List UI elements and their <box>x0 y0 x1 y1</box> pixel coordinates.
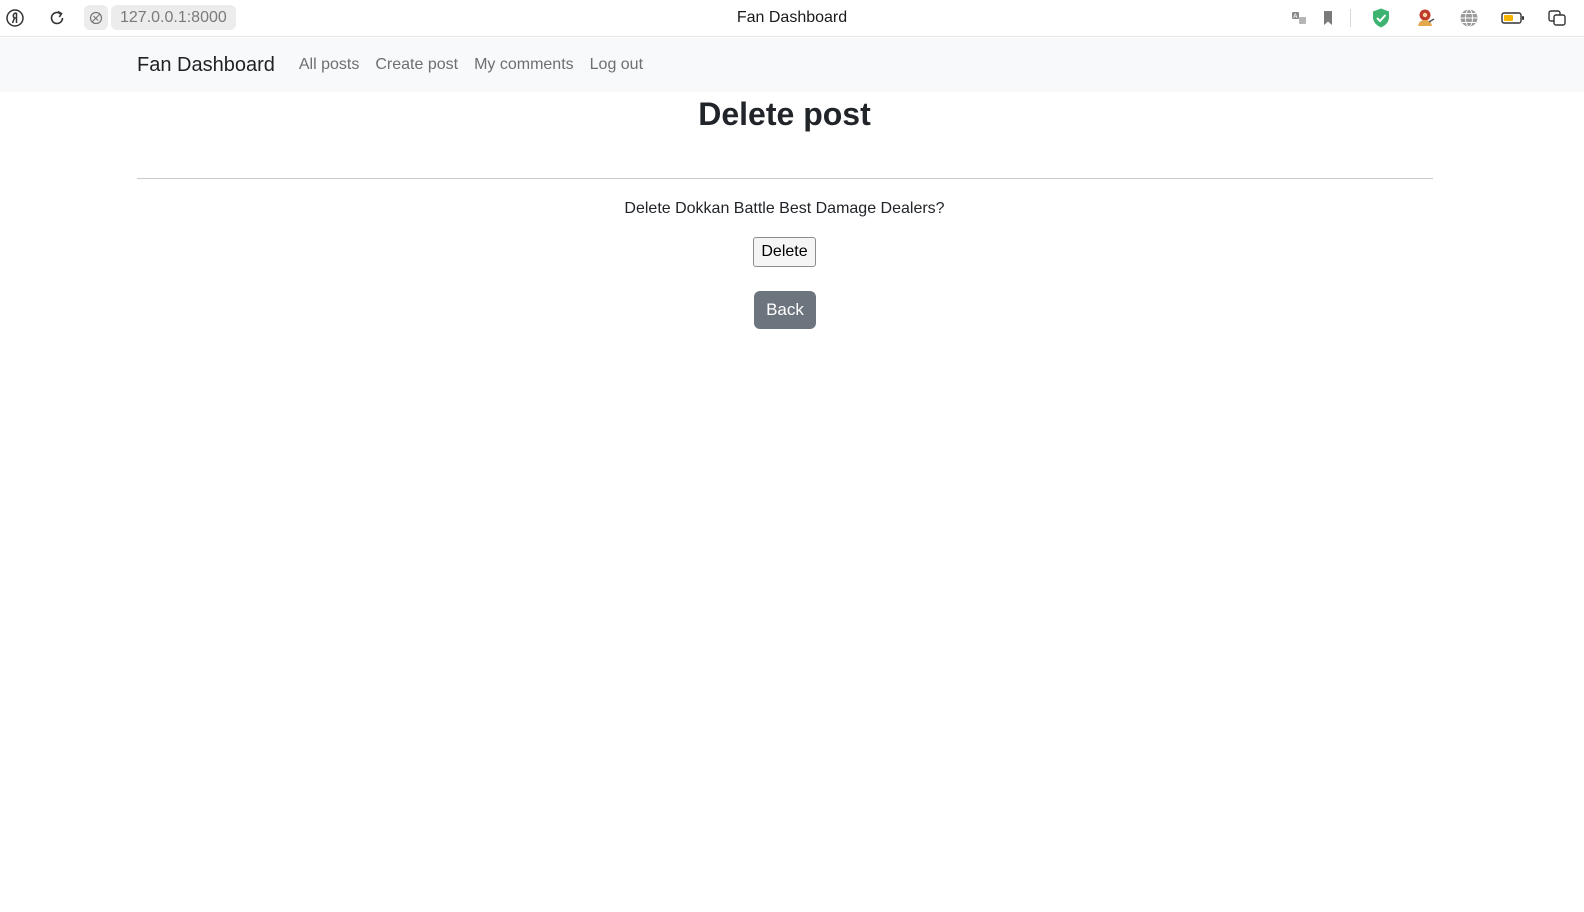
divider <box>137 178 1433 179</box>
url-text[interactable]: 127.0.0.1:8000 <box>111 5 236 30</box>
yandex-profile-icon[interactable] <box>2 6 28 30</box>
reload-icon[interactable] <box>44 6 70 30</box>
tab-title: Fan Dashboard <box>736 9 848 26</box>
nav-link-all-posts[interactable]: All posts <box>299 56 359 74</box>
navbar-content: Fan Dashboard All posts Create post My c… <box>137 38 659 92</box>
nav-link-create-post[interactable]: Create post <box>375 56 458 74</box>
battery-icon[interactable] <box>1500 6 1526 30</box>
navbar-brand[interactable]: Fan Dashboard <box>137 54 275 77</box>
delete-confirmation-text: Delete Dokkan Battle Best Damage Dealers… <box>624 200 945 217</box>
site-navbar: Fan Dashboard All posts Create post My c… <box>0 38 1584 92</box>
nav-link-log-out[interactable]: Log out <box>590 56 643 74</box>
address-bar[interactable]: 127.0.0.1:8000 <box>84 5 236 30</box>
toolbar-separator <box>1350 9 1351 27</box>
extension-avatar-icon[interactable] <box>1412 6 1438 30</box>
nav-link-my-comments[interactable]: My comments <box>474 56 574 74</box>
page-title: Delete post <box>698 96 871 132</box>
site-info-icon[interactable] <box>84 5 108 30</box>
shield-check-icon[interactable] <box>1368 6 1394 30</box>
back-button[interactable]: Back <box>754 291 816 329</box>
translate-icon[interactable]: A <box>1286 6 1312 30</box>
sidebar-icon[interactable] <box>1544 6 1570 30</box>
bookmark-icon[interactable] <box>1315 6 1341 30</box>
delete-button[interactable]: Delete <box>753 237 816 267</box>
globe-icon[interactable] <box>1456 6 1482 30</box>
browser-toolbar: 127.0.0.1:8000 Fan Dashboard A <box>0 0 1584 37</box>
